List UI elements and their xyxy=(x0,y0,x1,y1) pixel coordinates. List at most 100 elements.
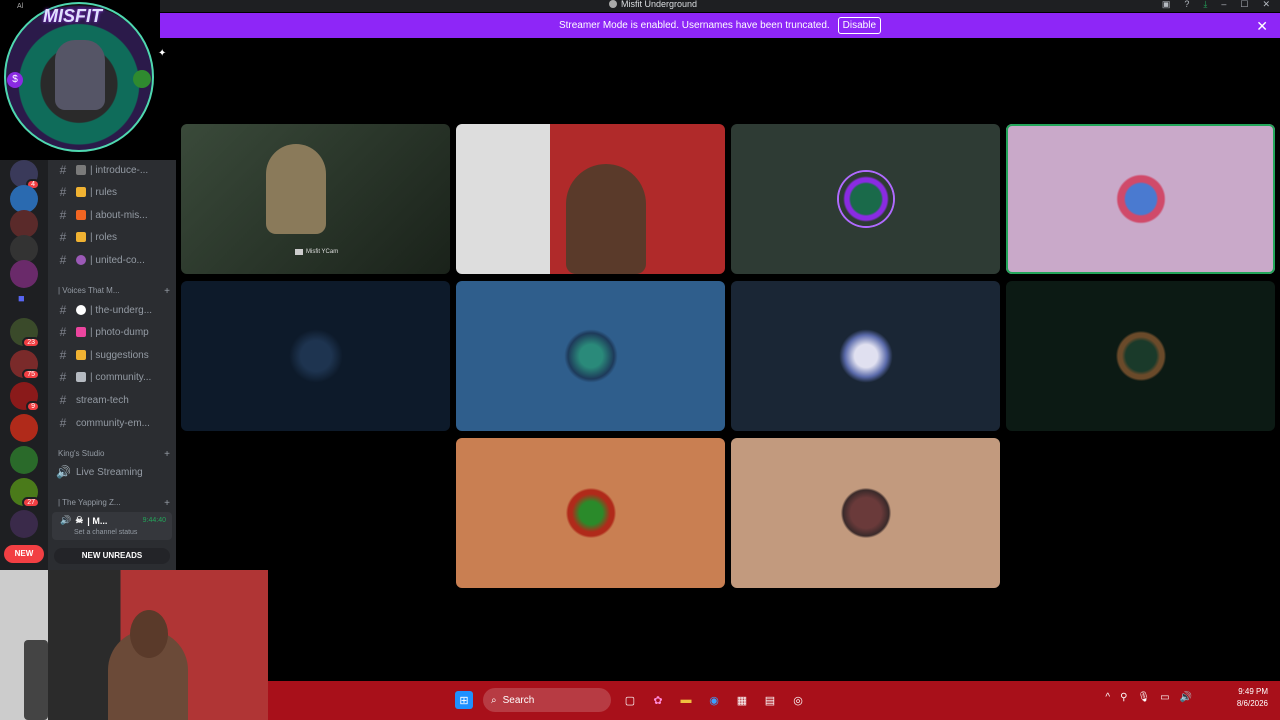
video-tile-camera[interactable]: Misfit YCam xyxy=(181,124,450,274)
voice-channel-current[interactable]: 🔊 ☠ | M... 9:44:40 Set a channel status xyxy=(52,512,172,540)
notepad-icon[interactable]: ▤ xyxy=(761,691,779,709)
category-voices[interactable]: | Voices That M... + xyxy=(58,286,170,297)
server-icon[interactable]: 9 xyxy=(10,382,40,412)
store-icon[interactable]: ▦ xyxy=(733,691,751,709)
server-icon[interactable] xyxy=(10,235,38,263)
server-icon[interactable] xyxy=(10,414,38,442)
microphone-icon[interactable]: 🎙 xyxy=(1137,692,1150,703)
channel-label: | roles xyxy=(90,231,118,243)
pin-icon[interactable]: ✦ xyxy=(158,48,166,59)
maximize-icon[interactable]: ☐ xyxy=(1240,0,1248,10)
avatar xyxy=(563,486,618,540)
category-kings-studio[interactable]: King's Studio + xyxy=(58,449,170,460)
server-icon[interactable] xyxy=(10,210,38,238)
avatar xyxy=(563,329,618,383)
channel-item[interactable]: # | suggestions xyxy=(56,346,172,364)
voice-channel-name: 🔊 ☠ | M... xyxy=(60,515,107,526)
folder-icon[interactable]: ■ xyxy=(18,293,25,305)
channel-emoji-icon xyxy=(76,255,86,265)
channel-item[interactable]: # | introduce-... xyxy=(56,161,172,179)
close-window-icon[interactable]: ✕ xyxy=(1262,0,1270,10)
close-banner-icon[interactable]: ✕ xyxy=(1256,18,1268,35)
avatar xyxy=(838,486,893,540)
channel-item[interactable]: # | community... xyxy=(56,368,172,386)
channel-item[interactable]: # community-em... xyxy=(56,414,172,432)
participant-tile[interactable] xyxy=(731,124,1000,274)
voice-channel-label: | M... xyxy=(87,515,108,526)
window-controls: ▣ ? ⤓ – ☐ ✕ xyxy=(1162,0,1270,10)
server-icon[interactable] xyxy=(10,446,38,474)
channel-item[interactable]: # | the-underg... xyxy=(56,301,172,319)
channel-emoji-icon xyxy=(76,187,86,197)
channel-emoji-icon xyxy=(76,165,86,175)
start-icon[interactable]: ⊞ xyxy=(455,691,473,709)
participant-tile[interactable] xyxy=(456,438,725,588)
participant-tile[interactable] xyxy=(1006,124,1275,274)
avatar xyxy=(288,329,343,383)
participant-tile[interactable] xyxy=(731,281,1000,431)
server-icon[interactable] xyxy=(10,185,38,213)
taskbar-search[interactable]: ⌕ Search xyxy=(483,688,611,712)
server-icon[interactable]: 4 xyxy=(10,160,40,190)
category-label: | The Yapping Z... xyxy=(58,498,121,507)
task-view-icon[interactable]: ▢ xyxy=(621,691,639,709)
channel-item[interactable]: # stream-tech xyxy=(56,391,172,409)
disable-streamer-mode-button[interactable]: Disable xyxy=(837,17,882,34)
add-channel-icon[interactable]: + xyxy=(164,449,170,460)
video-tile-camera[interactable] xyxy=(456,124,725,274)
server-icon[interactable]: 27 xyxy=(10,478,40,508)
participant-tile[interactable] xyxy=(456,281,725,431)
stream-logo-overlay: $ MISFIT Al ✦ xyxy=(0,0,166,160)
channel-emoji-icon xyxy=(76,305,86,315)
camera-label-text: Misfit YCam xyxy=(306,249,339,255)
file-explorer-icon[interactable]: ▬ xyxy=(677,691,695,709)
channel-label: Live Streaming xyxy=(76,466,143,478)
network-icon[interactable]: ⚲ xyxy=(1120,692,1127,703)
camera-label: Misfit YCam xyxy=(295,249,338,255)
streamer-webcam-overlay xyxy=(0,570,268,720)
participant-tile[interactable] xyxy=(731,438,1000,588)
channel-status-prompt[interactable]: Set a channel status xyxy=(74,529,137,536)
add-channel-icon[interactable]: + xyxy=(164,286,170,297)
taskbar-items: ⊞ ⌕ Search ▢ ✿ ▬ ◉ ▦ ▤ ◎ xyxy=(455,688,807,712)
voice-timer: 9:44:40 xyxy=(142,517,166,524)
channel-emoji-icon xyxy=(76,210,86,220)
server-badge: 23 xyxy=(22,337,40,348)
channel-item[interactable]: # | rules xyxy=(56,183,172,201)
display-icon[interactable]: ▭ xyxy=(1160,692,1169,703)
server-icon[interactable] xyxy=(10,510,38,538)
chrome-icon[interactable]: ◎ xyxy=(789,691,807,709)
channel-label: | community... xyxy=(90,371,152,383)
edge-icon[interactable]: ◉ xyxy=(705,691,723,709)
copilot-icon[interactable]: ✿ xyxy=(649,691,667,709)
new-servers-pill[interactable]: NEW xyxy=(4,545,44,563)
screen: Misfit Underground ▣ ? ⤓ – ☐ ✕ Streamer … xyxy=(0,0,1280,720)
volume-icon[interactable]: 🔊 xyxy=(1180,692,1192,703)
tray-overflow-icon[interactable]: ^ xyxy=(1105,692,1110,703)
inbox-icon[interactable]: ▣ xyxy=(1162,0,1171,10)
participant-tile[interactable] xyxy=(1006,281,1275,431)
window-titlebar: Misfit Underground ▣ ? ⤓ – ☐ ✕ xyxy=(160,0,1280,12)
camera-icon xyxy=(295,249,303,255)
channel-label: | introduce-... xyxy=(90,164,149,176)
clock-time: 9:49 PM xyxy=(1238,687,1268,696)
channel-item[interactable]: # | about-mis... xyxy=(56,206,172,224)
leaf-icon xyxy=(133,70,151,88)
voice-channel-live-streaming[interactable]: 🔊 Live Streaming xyxy=(56,463,172,481)
taskbar-clock[interactable]: 9:49 PM 8/6/2026 xyxy=(1237,686,1268,710)
server-icon[interactable]: 23 xyxy=(10,318,40,348)
channel-item[interactable]: # | roles xyxy=(56,228,172,246)
server-icon[interactable] xyxy=(10,260,38,288)
server-icon[interactable]: 75 xyxy=(10,350,40,380)
hash-icon: # xyxy=(59,163,67,177)
download-icon[interactable]: ⤓ xyxy=(1203,0,1207,10)
help-icon[interactable]: ? xyxy=(1184,0,1189,10)
skull-icon: ☠ xyxy=(75,515,84,525)
channel-item[interactable]: # | photo-dump xyxy=(56,323,172,341)
add-channel-icon[interactable]: + xyxy=(164,498,170,509)
minimize-icon[interactable]: – xyxy=(1221,0,1226,10)
category-yapping[interactable]: | The Yapping Z... + xyxy=(58,498,170,509)
participant-tile[interactable] xyxy=(181,281,450,431)
channel-item[interactable]: # | united-co... xyxy=(56,251,172,269)
new-unreads-pill[interactable]: NEW UNREADS xyxy=(54,548,170,564)
